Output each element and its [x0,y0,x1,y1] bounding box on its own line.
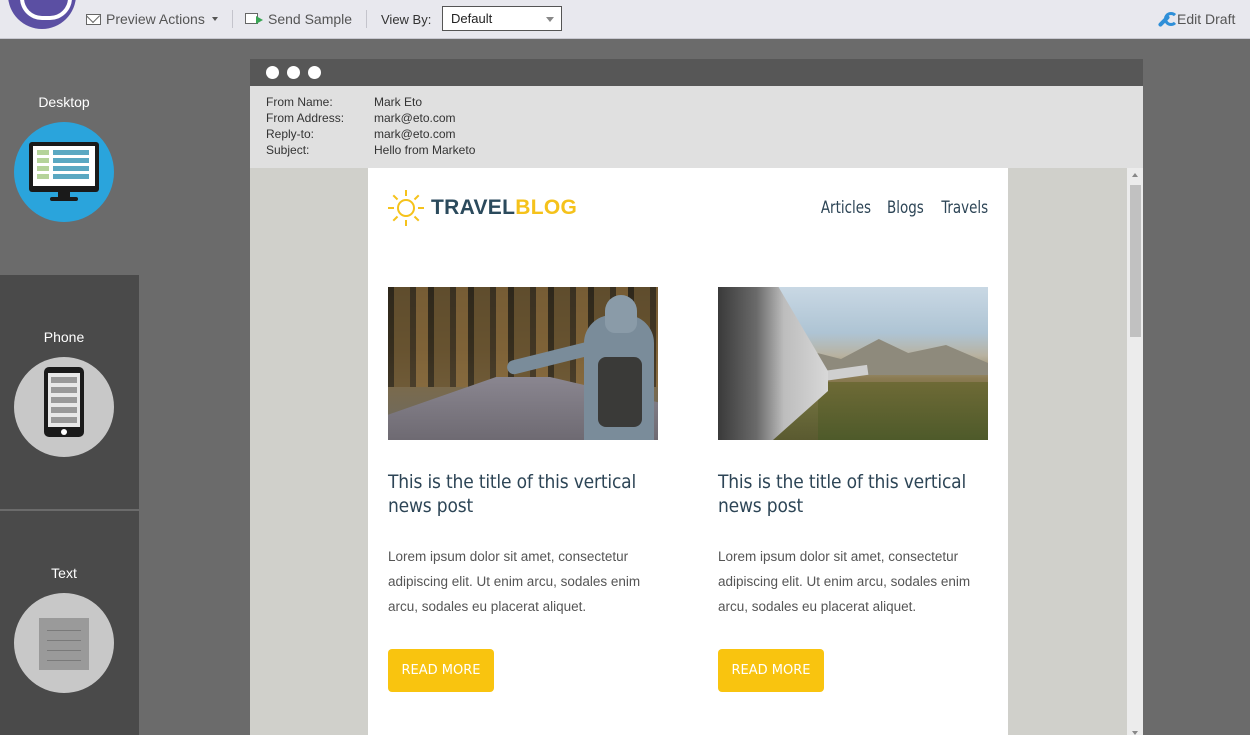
caret-down-icon [211,17,218,21]
device-option-text[interactable]: Text [0,511,139,735]
device-label: Desktop [38,94,90,110]
post-excerpt: Lorem ipsum dolor sit amet, consectetur … [718,549,971,614]
read-more-button[interactable]: READ MORE [718,649,824,692]
preview-actions-label: Preview Actions [106,11,205,27]
news-post: This is the title of this vertical news … [388,287,658,692]
sun-icon [388,190,424,226]
toolbar-divider [232,10,233,28]
header-from-name: From Name: Mark Eto [266,95,423,109]
device-option-desktop[interactable]: Desktop [0,40,139,275]
window-dot-icon [266,66,279,79]
read-more-button[interactable]: READ MORE [388,649,494,692]
desktop-icon [14,122,114,222]
nav-link-articles[interactable]: Articles [821,198,871,218]
view-by-label: View By: [381,11,432,27]
header-from-address: From Address: mark@eto.com [266,111,456,125]
envelope-icon [86,13,101,25]
scrollbar-thumb[interactable] [1130,185,1141,337]
nav-link-blogs[interactable]: Blogs [887,198,924,218]
email-nav: Articles Blogs Travels [814,198,988,218]
window-dot-icon [308,66,321,79]
dropdown-arrow-icon [546,17,554,22]
edit-draft-label: Edit Draft [1177,11,1236,27]
window-dot-icon [287,66,300,79]
toolbar-divider [366,10,367,28]
edit-draft-button[interactable]: Edit Draft [1157,10,1235,28]
device-label: Phone [43,329,85,345]
device-label: Text [51,565,77,581]
send-mail-icon [245,13,263,25]
header-subject: Subject: Hello from Marketo [266,143,476,157]
view-by-select[interactable]: Default [442,6,562,31]
email-body: TRAVELBLOG Articles Blogs Travels This i… [368,168,1008,735]
brand-logo[interactable]: TRAVELBLOG [388,190,577,226]
news-post: This is the title of this vertical news … [718,287,988,692]
phone-icon [14,357,114,457]
post-excerpt: Lorem ipsum dolor sit amet, consectetur … [388,549,641,614]
reply-to-value: mark@eto.com [374,127,456,141]
text-document-icon [14,593,114,693]
email-preview-window: From Name: Mark Eto From Address: mark@e… [250,59,1143,735]
preview-actions-menu[interactable]: Preview Actions [86,10,218,28]
device-option-phone[interactable]: Phone [0,275,139,510]
post-image-hitchhiker[interactable] [388,287,658,440]
app-logo[interactable] [8,0,76,29]
email-headers: From Name: Mark Eto From Address: mark@e… [250,86,1143,168]
from-name-value: Mark Eto [374,95,423,109]
from-address-value: mark@eto.com [374,111,456,125]
top-toolbar: Preview Actions Send Sample View By: Def… [0,0,1250,39]
wrench-icon [1157,11,1178,27]
nav-link-travels[interactable]: Travels [941,198,988,218]
scroll-down-icon[interactable] [1132,731,1138,735]
send-sample-label: Send Sample [268,11,353,27]
window-titlebar [250,59,1143,86]
email-scrollbar[interactable] [1127,168,1143,735]
subject-value: Hello from Marketo [374,143,476,157]
post-image-train[interactable] [718,287,988,440]
post-title: This is the title of this vertical news … [388,471,637,517]
header-reply-to: Reply-to: mark@eto.com [266,127,456,141]
brand-name: TRAVELBLOG [431,196,578,219]
send-sample-button[interactable]: Send Sample [245,10,352,28]
scroll-up-icon[interactable] [1132,173,1138,177]
post-title: This is the title of this vertical news … [718,471,967,517]
view-by-value: Default [451,11,493,26]
